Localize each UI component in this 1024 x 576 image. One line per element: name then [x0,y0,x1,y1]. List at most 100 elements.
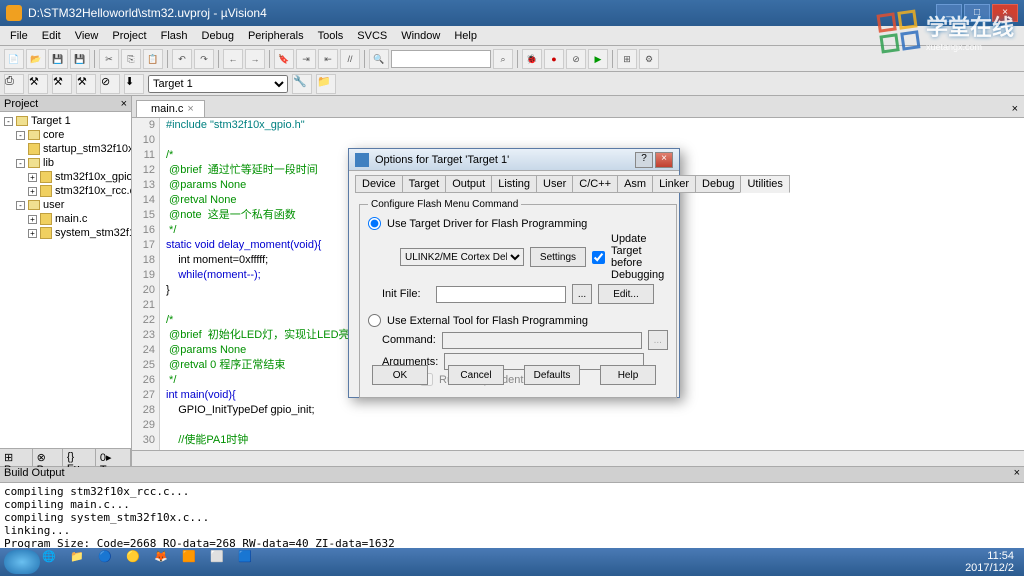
config-icon[interactable]: ⚙ [639,49,659,69]
menu-flash[interactable]: Flash [155,28,194,44]
project-tab[interactable]: {} Fu... [63,449,96,466]
bookmark-icon[interactable]: 🔖 [274,49,294,69]
saveall-icon[interactable]: 💾 [70,49,90,69]
paste-icon[interactable]: 📋 [143,49,163,69]
dialog-help-button[interactable]: ? [635,152,653,168]
panel-close-icon[interactable]: × [121,98,127,110]
menu-view[interactable]: View [69,28,105,44]
driver-select[interactable]: ULINK2/ME Cortex Debugger [400,248,524,266]
build-output-text[interactable]: compiling stm32f10x_rcc.c... compiling m… [0,483,1024,552]
tree-file[interactable]: +stm32f10x_gpio.c [2,170,129,184]
taskbar-firefox-icon[interactable]: 🦊 [154,550,178,574]
settings-button[interactable]: Settings [530,247,586,267]
target-select[interactable]: Target 1 [148,75,288,93]
find-icon[interactable]: 🔍 [369,49,389,69]
project-tree[interactable]: -Target 1-corestartup_stm32f10x_r-lib+st… [0,112,131,448]
tree-group-lib[interactable]: -lib [2,156,129,170]
taskbar-chrome-icon[interactable]: 🔵 [98,550,122,574]
translate-icon[interactable]: ⎙ [4,74,24,94]
system-tray[interactable]: 11:542017/12/2 [965,550,1020,574]
menu-svcs[interactable]: SVCS [351,28,393,44]
menu-window[interactable]: Window [395,28,446,44]
browse-button[interactable]: ... [572,284,592,304]
taskbar-explorer-icon[interactable]: 📁 [70,550,94,574]
dialog-close-button[interactable]: × [655,152,673,168]
close-button[interactable]: × [992,4,1018,22]
dialog-tab-debug[interactable]: Debug [695,175,741,193]
minimize-button[interactable]: _ [936,4,962,22]
tree-file[interactable]: startup_stm32f10x_r [2,142,129,156]
nav-back-icon[interactable]: ← [223,49,243,69]
copy-icon[interactable]: ⎘ [121,49,141,69]
tab-close-icon[interactable]: × [187,103,193,115]
init-file-input[interactable] [436,286,566,303]
tree-group-core[interactable]: -core [2,128,129,142]
outdent-icon[interactable]: ⇤ [318,49,338,69]
tree-file[interactable]: +system_stm32f10x.c [2,226,129,240]
ok-button[interactable]: OK [372,365,428,385]
tree-target[interactable]: -Target 1 [2,114,129,128]
undo-icon[interactable]: ↶ [172,49,192,69]
taskbar-pot-icon[interactable]: 🟡 [126,550,150,574]
open-icon[interactable]: 📂 [26,49,46,69]
rebuild-icon[interactable]: ⚒ [52,74,72,94]
menu-project[interactable]: Project [106,28,152,44]
new-icon[interactable]: 📄 [4,49,24,69]
tree-group-user[interactable]: -user [2,198,129,212]
tree-file[interactable]: +stm32f10x_rcc.c [2,184,129,198]
dialog-tab-listing[interactable]: Listing [491,175,537,193]
menu-edit[interactable]: Edit [36,28,67,44]
options-icon[interactable]: 🔧 [292,74,312,94]
maximize-button[interactable]: □ [964,4,990,22]
use-external-tool-radio[interactable] [368,314,381,327]
nav-fwd-icon[interactable]: → [245,49,265,69]
dialog-tab-c/c++[interactable]: C/C++ [572,175,618,193]
use-target-driver-radio[interactable] [368,217,381,230]
find-combo[interactable] [391,50,491,68]
redo-icon[interactable]: ↷ [194,49,214,69]
dialog-tab-output[interactable]: Output [445,175,492,193]
filemanage-icon[interactable]: 📁 [316,74,336,94]
dialog-tab-user[interactable]: User [536,175,573,193]
build-icon[interactable]: ⚒ [28,74,48,94]
help-button[interactable]: Help [600,365,656,385]
tree-file[interactable]: +main.c [2,212,129,226]
project-tab[interactable]: ⊞ Pr... [0,449,33,466]
window-icon[interactable]: ⊞ [617,49,637,69]
batchbuild-icon[interactable]: ⚒ [76,74,96,94]
update-target-checkbox[interactable] [592,251,605,264]
menu-help[interactable]: Help [448,28,483,44]
editor-close-icon[interactable]: × [1006,101,1024,117]
project-tab[interactable]: 0▸ Te... [96,449,131,466]
horizontal-scrollbar[interactable] [132,450,1024,466]
dialog-tab-device[interactable]: Device [355,175,403,193]
windows-taskbar[interactable]: 🌐 📁 🔵 🟡 🦊 🟧 ⬜ 🟦 11:542017/12/2 [0,548,1024,576]
taskbar-app3-icon[interactable]: 🟦 [238,550,262,574]
run-icon[interactable]: ▶ [588,49,608,69]
panel-close-icon[interactable]: × [1014,467,1020,482]
save-icon[interactable]: 💾 [48,49,68,69]
kill-bp-icon[interactable]: ⊘ [566,49,586,69]
dialog-tab-linker[interactable]: Linker [652,175,696,193]
taskbar-uvision-icon[interactable]: 🟧 [182,550,206,574]
indent-icon[interactable]: ⇥ [296,49,316,69]
project-tab[interactable]: ⊗ B... [33,449,63,466]
taskbar-app2-icon[interactable]: ⬜ [210,550,234,574]
taskbar-ie-icon[interactable]: 🌐 [42,550,66,574]
breakpoint-icon[interactable]: ● [544,49,564,69]
edit-button[interactable]: Edit... [598,284,654,304]
menu-tools[interactable]: Tools [312,28,350,44]
menu-file[interactable]: File [4,28,34,44]
dialog-tab-utilities[interactable]: Utilities [740,175,789,193]
debug-icon[interactable]: 🐞 [522,49,542,69]
cancel-button[interactable]: Cancel [448,365,504,385]
menu-debug[interactable]: Debug [196,28,240,44]
comment-icon[interactable]: // [340,49,360,69]
download-icon[interactable]: ⬇ [124,74,144,94]
find-next-icon[interactable]: ⌕ [493,49,513,69]
defaults-button[interactable]: Defaults [524,365,580,385]
start-button[interactable] [4,550,40,574]
dialog-tab-asm[interactable]: Asm [617,175,653,193]
dialog-tab-target[interactable]: Target [402,175,447,193]
stopbuild-icon[interactable]: ⊘ [100,74,120,94]
